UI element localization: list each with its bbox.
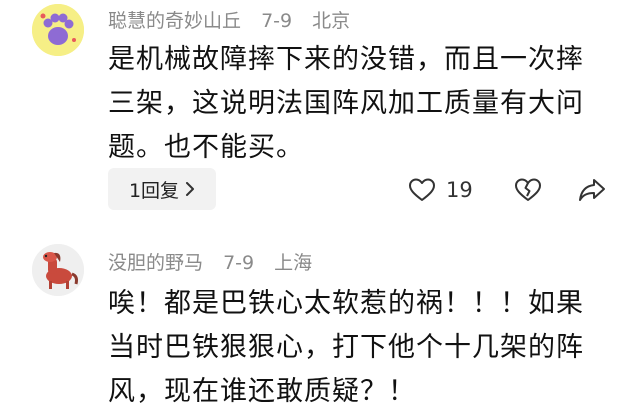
comment-location: 北京	[312, 10, 351, 32]
comment-line: 题。也不能买。	[108, 132, 304, 163]
username[interactable]: 没胆的野马	[108, 252, 203, 274]
chevron-right-icon	[186, 182, 195, 196]
comment-text: 是机械故障摔下来的没错，而且一次摔 三架，这说明法国阵风加工质量有大问 题。也不…	[108, 38, 618, 170]
avatar[interactable]	[32, 4, 84, 56]
comment-line: 风，现在谁还敢质疑？！	[108, 376, 416, 407]
view-replies-button[interactable]: 1回复	[108, 168, 216, 210]
like-count: 19	[446, 178, 473, 202]
reply-count-label: 1回复	[128, 179, 180, 202]
comment-line: 唉！都是巴铁心太软惹的祸！！！如果	[108, 288, 584, 319]
comment-date: 7-9	[261, 10, 293, 32]
share-icon	[579, 179, 605, 201]
comment-date: 7-9	[223, 252, 255, 274]
dislike-button[interactable]	[514, 170, 542, 210]
comment-line: 是机械故障摔下来的没错，而且一次摔	[108, 44, 584, 75]
comment-location: 上海	[274, 252, 313, 274]
comment-line: 当时巴铁狠狠心，打下他个十几架的阵	[108, 332, 584, 363]
comment-line: 三架，这说明法国阵风加工质量有大问	[108, 88, 584, 119]
comment-actions: 19	[408, 170, 618, 210]
comment-meta: 没胆的野马 7-9 上海	[108, 248, 326, 275]
heart-outline-icon	[409, 178, 435, 201]
comment-item: 聪慧的奇妙山丘 7-9 北京 是机械故障摔下来的没错，而且一次摔 三架，这说明法…	[0, 0, 640, 232]
comment-text: 唉！都是巴铁心太软惹的祸！！！如果 当时巴铁狠狠心，打下他个十几架的阵 风，现在…	[108, 282, 618, 414]
avatar[interactable]	[32, 244, 84, 296]
paw-icon	[32, 4, 84, 56]
username[interactable]: 聪慧的奇妙山丘	[108, 10, 241, 32]
broken-heart-icon	[515, 178, 541, 201]
share-button[interactable]	[578, 170, 606, 210]
comment-meta: 聪慧的奇妙山丘 7-9 北京	[108, 6, 364, 33]
like-button[interactable]: 19	[408, 170, 473, 210]
toy-horse-icon	[32, 244, 84, 296]
comment-item: 没胆的野马 7-9 上海 唉！都是巴铁心太软惹的祸！！！如果 当时巴铁狠狠心，打…	[0, 236, 640, 409]
